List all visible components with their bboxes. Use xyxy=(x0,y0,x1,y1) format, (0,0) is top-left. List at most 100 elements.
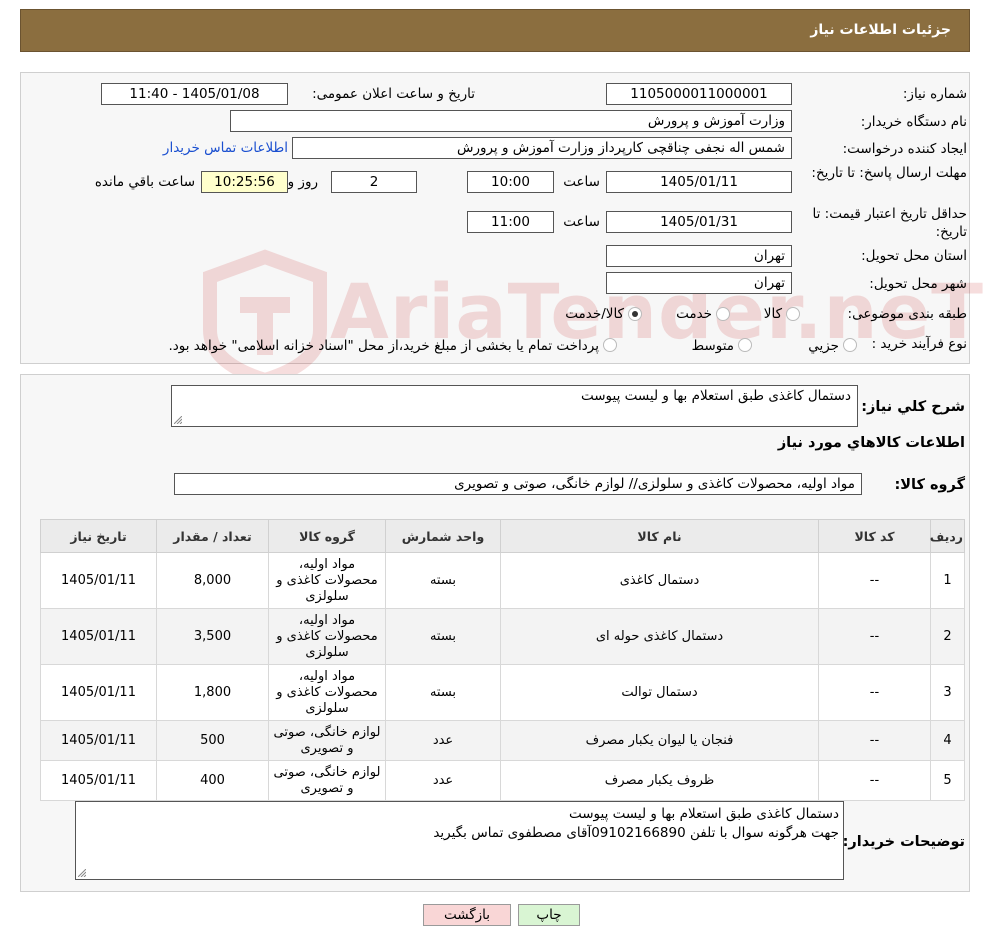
items-table: ردیف کد کالا نام کالا واحد شمارش گروه کا… xyxy=(40,519,965,801)
goods-section-title: اطلاعات کالاهاي مورد نياز xyxy=(777,435,965,451)
cell-row: 4 xyxy=(930,720,965,761)
description-label: شرح کلي نياز: xyxy=(861,399,965,415)
cell-group: لوازم خانگی، صوتی و تصویری xyxy=(268,720,386,761)
category-radio-goods-service[interactable] xyxy=(628,307,642,321)
table-header-row: ردیف کد کالا نام کالا واحد شمارش گروه کا… xyxy=(40,519,965,553)
category-option-service: خدمت xyxy=(676,306,712,322)
cell-code: -- xyxy=(818,664,931,721)
cell-row: 5 xyxy=(930,760,965,801)
process-radio-medium[interactable] xyxy=(738,338,752,352)
description-textarea[interactable]: دستمال کاغذی طبق استعلام بها و لیست پیوس… xyxy=(171,385,858,427)
cell-unit: بسته xyxy=(385,552,501,609)
province-field: تهران xyxy=(606,245,792,267)
creator-label: ایجاد کننده درخواست: xyxy=(842,141,967,157)
process-radio-treasury[interactable] xyxy=(603,338,617,352)
price-validity-time-field: 11:00 xyxy=(467,211,554,233)
remaining-time-field: 10:25:56 xyxy=(201,171,288,193)
category-label: طبقه بندی موضوعی: xyxy=(847,306,967,322)
buyer-notes-line-1: دستمال کاغذی طبق استعلام بها و لیست پیوس… xyxy=(568,806,839,822)
process-option-small: جزیي xyxy=(808,338,839,354)
header-item-code: کد کالا xyxy=(818,519,931,553)
cell-qty: 8,000 xyxy=(156,552,269,609)
process-note: پرداخت تمام یا بخشی از مبلغ خرید،از محل … xyxy=(168,338,599,354)
need-number-label: شماره نیاز: xyxy=(902,86,967,102)
deadline-time-label: ساعت xyxy=(563,174,600,190)
table-row: 5 -- ظروف یکبار مصرف عدد لوازم خانگی، صو… xyxy=(40,760,965,801)
cell-unit: بسته xyxy=(385,608,501,665)
buyer-org-label: نام دستگاه خریدار: xyxy=(860,114,967,130)
cell-code: -- xyxy=(818,720,931,761)
price-validity-date-field: 1405/01/31 xyxy=(606,211,792,233)
cell-qty: 500 xyxy=(156,720,269,761)
table-row: 2 -- دستمال کاغذی حوله ای بسته مواد اولی… xyxy=(40,608,965,665)
cell-row: 1 xyxy=(930,552,965,609)
process-radio-small[interactable] xyxy=(843,338,857,352)
cell-unit: عدد xyxy=(385,720,501,761)
cell-qty: 1,800 xyxy=(156,664,269,721)
buyer-notes-textarea[interactable]: دستمال کاغذی طبق استعلام بها و لیست پیوس… xyxy=(75,801,844,880)
table-row: 1 -- دستمال کاغذی بسته مواد اولیه، محصول… xyxy=(40,552,965,609)
print-button[interactable]: چاپ xyxy=(518,904,580,926)
cell-name: فنجان یا لیوان یکبار مصرف xyxy=(500,720,819,761)
category-option-goods: کالا xyxy=(763,306,782,322)
back-button[interactable]: بازگشت xyxy=(423,904,511,926)
page-title: جزئیات اطلاعات نیاز xyxy=(810,22,951,38)
cell-date: 1405/01/11 xyxy=(40,760,157,801)
cell-group: مواد اولیه، محصولات کاغذی و سلولزی xyxy=(268,664,386,721)
buyer-notes-label: توضیحات خریدار: xyxy=(842,834,965,850)
buyer-notes-line-2: جهت هرگونه سوال با تلفن 09102166890آقای … xyxy=(433,825,839,841)
price-validity-label-text: حداقل تاریخ اعتبار قیمت: تا تاریخ: xyxy=(812,206,967,240)
remaining-label: ساعت باقي مانده xyxy=(94,174,195,190)
deadline-label: مهلت ارسال پاسخ: تا تاریخ: xyxy=(807,164,967,182)
cell-name: ظروف یکبار مصرف xyxy=(500,760,819,801)
cell-name: دستمال توالت xyxy=(500,664,819,721)
header-need-date: تاریخ نیاز xyxy=(40,519,157,553)
cell-unit: عدد xyxy=(385,760,501,801)
header-unit: واحد شمارش xyxy=(385,519,501,553)
goods-group-field: مواد اولیه، محصولات کاغذی و سلولزی// لوا… xyxy=(174,473,862,495)
header-group: گروه کالا xyxy=(268,519,386,553)
cell-qty: 400 xyxy=(156,760,269,801)
header-row-number: ردیف xyxy=(930,519,965,553)
announce-field: 1405/01/08 - 11:40 xyxy=(101,83,288,105)
process-option-medium: متوسط xyxy=(691,338,734,354)
price-validity-time-label: ساعت xyxy=(563,214,600,230)
buyer-org-field: وزارت آموزش و پرورش xyxy=(230,110,792,132)
cell-name: دستمال کاغذی xyxy=(500,552,819,609)
cell-group: مواد اولیه، محصولات کاغذی و سلولزی xyxy=(268,608,386,665)
buyer-contact-link[interactable]: اطلاعات تماس خریدار xyxy=(163,140,288,156)
cell-group: لوازم خانگی، صوتی و تصویری xyxy=(268,760,386,801)
deadline-label-text: مهلت ارسال پاسخ: تا تاریخ: xyxy=(811,165,967,181)
cell-code: -- xyxy=(818,552,931,609)
page-header: جزئیات اطلاعات نیاز xyxy=(20,9,970,52)
price-validity-label: حداقل تاریخ اعتبار قیمت: تا تاریخ: xyxy=(787,205,967,241)
cell-date: 1405/01/11 xyxy=(40,664,157,721)
deadline-date-field: 1405/01/11 xyxy=(606,171,792,193)
announce-label: تاریخ و ساعت اعلان عمومی: xyxy=(312,86,475,102)
description-text: دستمال کاغذی طبق استعلام بها و لیست پیوس… xyxy=(580,388,851,404)
header-item-name: نام کالا xyxy=(500,519,819,553)
province-label: استان محل تحویل: xyxy=(861,248,967,264)
cell-qty: 3,500 xyxy=(156,608,269,665)
city-label: شهر محل تحویل: xyxy=(869,276,967,292)
cell-row: 3 xyxy=(930,664,965,721)
resize-grip-icon xyxy=(78,869,86,877)
need-number-field: 1105000011000001 xyxy=(606,83,792,105)
resize-grip-icon xyxy=(174,416,182,424)
cell-unit: بسته xyxy=(385,664,501,721)
category-radio-goods[interactable] xyxy=(786,307,800,321)
cell-date: 1405/01/11 xyxy=(40,608,157,665)
cell-date: 1405/01/11 xyxy=(40,720,157,761)
cell-row: 2 xyxy=(930,608,965,665)
city-field: تهران xyxy=(606,272,792,294)
cell-date: 1405/01/11 xyxy=(40,552,157,609)
header-quantity: تعداد / مقدار xyxy=(156,519,269,553)
category-radio-service[interactable] xyxy=(716,307,730,321)
cell-code: -- xyxy=(818,608,931,665)
creator-field: شمس اله نجفی چناقچی کارپرداز وزارت آموزش… xyxy=(292,137,792,159)
cell-name: دستمال کاغذی حوله ای xyxy=(500,608,819,665)
category-option-goods-service: کالا/خدمت xyxy=(565,306,624,322)
cell-group: مواد اولیه، محصولات کاغذی و سلولزی xyxy=(268,552,386,609)
days-field: 2 xyxy=(331,171,417,193)
days-label: روز و xyxy=(287,174,318,190)
